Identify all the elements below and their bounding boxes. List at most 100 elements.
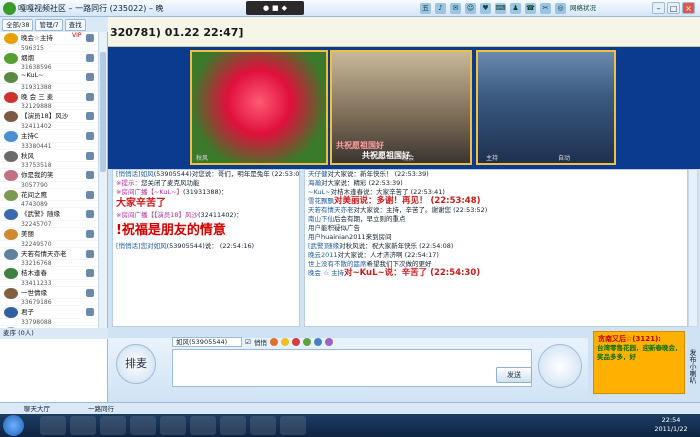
camera-icon[interactable] [86,53,94,62]
control-wheel[interactable] [538,344,582,388]
user-row[interactable]: 天若有情天亦老 [0,248,98,261]
settings-icon[interactable]: ◆ [282,4,287,12]
color-icon[interactable] [324,338,333,346]
emoji-icon[interactable] [280,338,289,346]
user-row[interactable]: 烟烟 [0,52,98,65]
video-panel-1[interactable]: 秋风 [190,50,328,165]
music-icon[interactable]: ♪ [435,3,446,14]
queue-mic-button[interactable]: 排麦 [116,344,156,384]
maximize-button[interactable]: □ [667,2,680,14]
tool-icon[interactable]: ✂ [540,3,551,14]
camera-icon[interactable] [86,190,94,199]
font-icon[interactable] [269,338,278,346]
ie-taskbar-icon[interactable] [40,416,66,435]
close-button[interactable]: × [682,2,695,14]
chat-sender[interactable]: ~KuL~ [308,188,331,196]
user-row[interactable]: 桔木逢春 [0,267,98,280]
gift-send-icon[interactable] [291,338,300,346]
camera-icon[interactable] [86,112,94,121]
chat-sender[interactable]: 世上没有不散的筵席 [308,260,367,268]
frog3-taskbar-icon[interactable] [220,416,246,435]
phone-icon[interactable]: ☎ [525,3,536,14]
snapshot-icon[interactable]: ■ [272,4,279,12]
private-chat-pane[interactable]: [悄悄话]如风(53905544)对您说：哥们，明年是兔年 (22:53:04)… [112,169,300,327]
minimize-button[interactable]: – [652,2,665,14]
chat-sender[interactable]: ※房间广播【~KuL~】 [116,188,183,196]
frog-taskbar-icon[interactable] [130,416,156,435]
camera-icon[interactable] [86,210,94,219]
start-button[interactable] [3,415,24,436]
chat-sender[interactable]: [悄悄话]如风 [116,170,154,178]
camera-icon[interactable] [86,151,94,160]
chat-icon[interactable]: ☺ [465,3,476,14]
net-status[interactable]: 网络状况 [570,3,596,14]
camera-icon[interactable] [86,171,94,180]
public-chat-pane[interactable]: 天仔健对大家说：新年快乐！ (22:53:39) 海瀚对大家说：精彩 (22:53… [304,169,688,327]
scrollbar-thumb[interactable] [100,52,106,172]
mail-icon[interactable]: ✉ [450,3,461,14]
five-icon[interactable]: 五 [420,3,431,14]
post-horn-button[interactable]: 发布小喇叭 [686,331,700,401]
message-input[interactable] [172,349,532,387]
user-row[interactable]: 你是我的笑 [0,169,98,182]
tab-one-way[interactable]: 一路同行 [82,404,120,414]
media-control-strip[interactable]: ● ■ ◆ [246,1,304,15]
gift-icon[interactable]: ♥ [480,3,491,14]
user-row[interactable]: 【演员18】风沙 [0,110,98,123]
chat-sender[interactable]: 海瀚 [308,179,321,187]
user-row[interactable]: 秋风 [0,150,98,163]
camera-icon[interactable] [86,249,94,258]
chat-sender[interactable]: 用户 [308,224,321,232]
tab-all[interactable]: 全部/38 [2,18,34,31]
ball-taskbar-icon[interactable] [280,416,306,435]
camera-icon[interactable] [86,92,94,101]
chat-sender[interactable]: 晚云2011 [308,251,338,259]
chat-sender[interactable]: 天仔健 [308,170,328,178]
camera-icon[interactable] [86,269,94,278]
whisper-checkbox[interactable]: ☑ [245,338,251,346]
user-row[interactable]: 《武警》随缘 [0,208,98,221]
chat-sender[interactable]: 晚会 ☆ 主持 [308,269,344,277]
chrome-taskbar-icon[interactable] [160,416,186,435]
camera-icon[interactable] [86,131,94,140]
chat-sender[interactable]: ※房间广播【【演员18】风沙 [116,211,198,219]
person-icon[interactable]: ♟ [510,3,521,14]
frog2-taskbar-icon[interactable] [190,416,216,435]
user-row[interactable]: 一世情缘 [0,287,98,300]
screenshot-icon[interactable] [313,338,322,346]
chat-sender[interactable]: 天若有情天亦老 [308,206,354,214]
globe-icon[interactable]: ◎ [555,3,566,14]
user-row[interactable]: 花间之鹰 [0,189,98,202]
user-row[interactable]: 君子 [0,306,98,319]
explorer-taskbar-icon[interactable] [70,416,96,435]
camera-icon[interactable] [86,73,94,82]
user-row[interactable]: 主持C [0,130,98,143]
chat-scrollbar[interactable] [688,169,698,327]
chat-sender[interactable]: [武警]随缘 [308,242,339,250]
camera-icon[interactable] [86,308,94,317]
video-panel-2[interactable]: 共祝愿祖国好 共祝愿祖国好 晚会 [330,50,472,165]
tab-admin[interactable]: 管理/7 [35,18,63,31]
recipient-select[interactable]: 如风(53905544) [172,337,242,347]
s-taskbar-icon[interactable] [250,416,276,435]
chat-sender[interactable]: 雪花飘飘 [308,197,334,205]
user-row[interactable]: ~KuL~ [0,71,98,84]
camera-icon[interactable] [86,229,94,238]
camera-icon[interactable] [86,288,94,297]
chat-sender[interactable]: [悄悄话]您对如风 [116,242,167,250]
chat-sender[interactable]: 用户 [308,233,321,241]
user-list-scrollbar[interactable] [98,32,107,343]
video-panel-3[interactable]: 主持 自动 [476,50,616,165]
tab-search[interactable]: 查找 [64,18,86,31]
keyboard-icon[interactable]: ⌨ [495,3,506,14]
system-clock[interactable]: 22:54 2011/1/22 [646,416,696,434]
send-button[interactable]: 发送 [496,367,532,383]
media-taskbar-icon[interactable] [100,416,126,435]
record-icon[interactable]: ● [263,4,269,12]
user-row[interactable]: 美丽 [0,228,98,241]
user-row[interactable]: 晚会☆主持 VIP [0,32,98,45]
tab-chat-hall[interactable]: 聊天大厅 [18,404,56,414]
chat-sender[interactable]: 南山下仙 [308,215,334,223]
camera-icon[interactable] [86,34,94,42]
chat-sender[interactable]: ※提示： [116,179,141,187]
